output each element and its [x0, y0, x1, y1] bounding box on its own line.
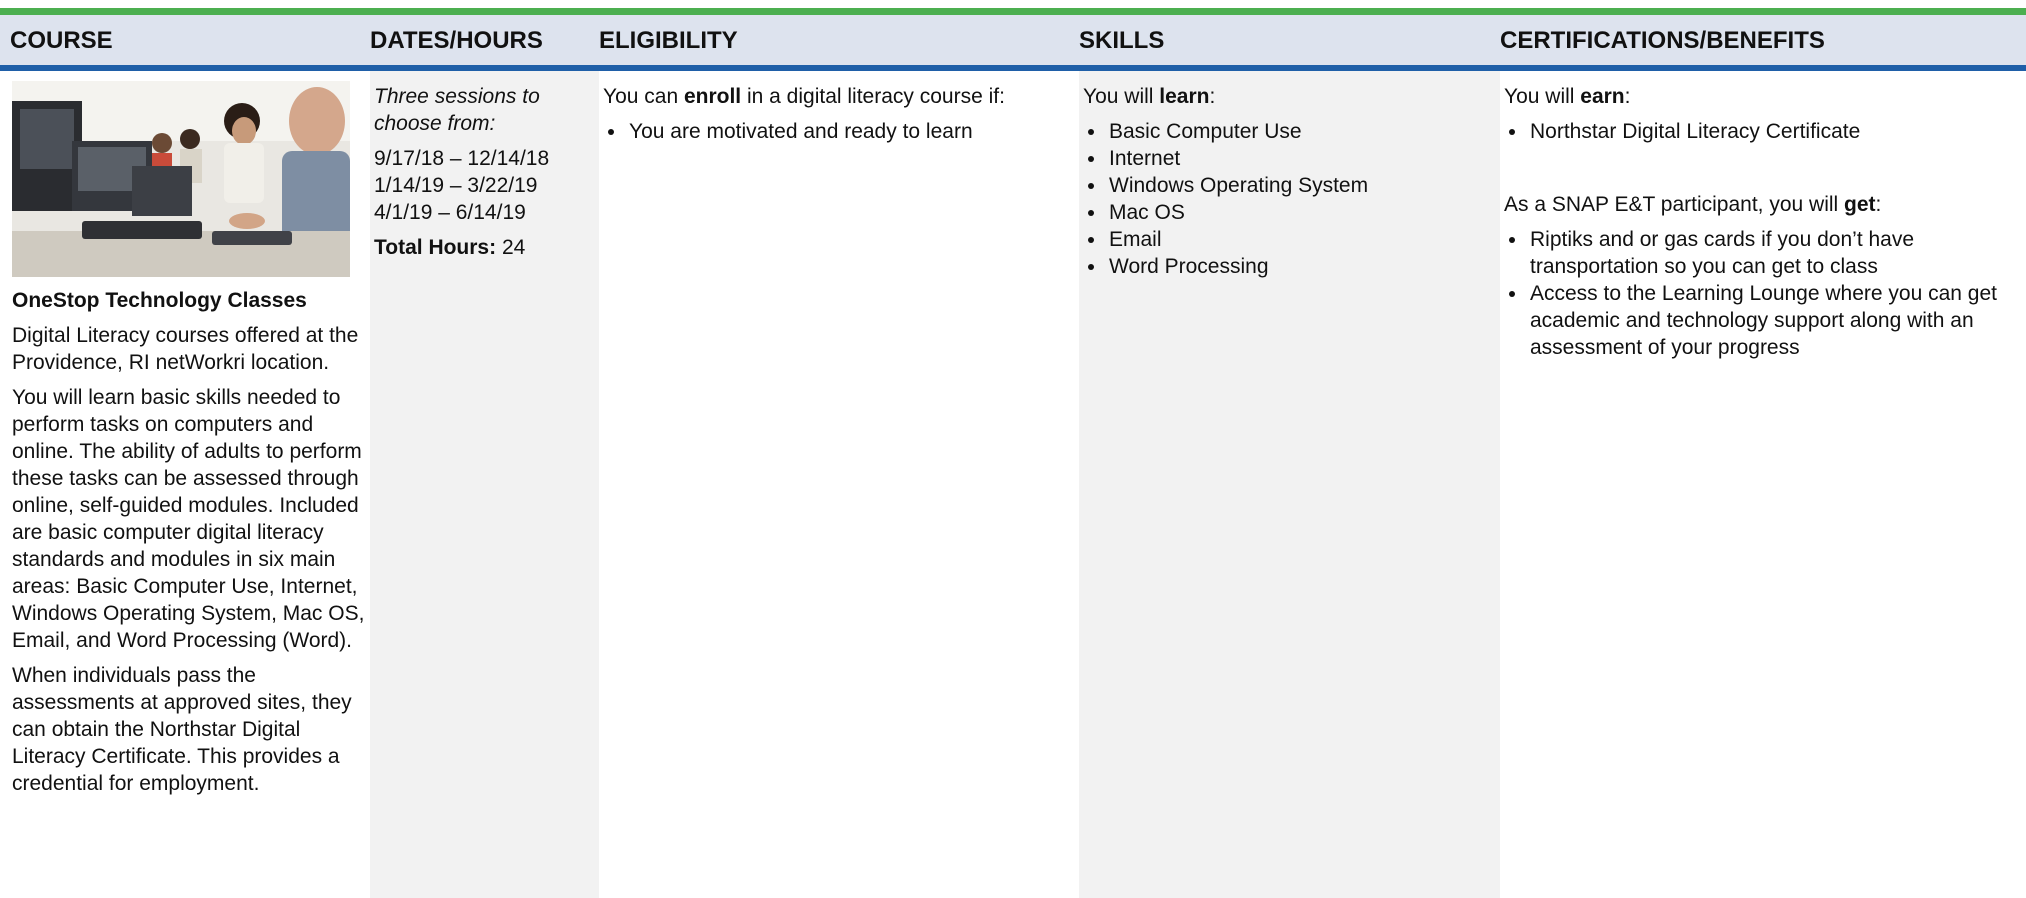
course-title: OneStop Technology Classes [12, 289, 307, 312]
session-list: 9/17/18 – 12/14/18 1/14/19 – 3/22/19 4/1… [374, 145, 599, 226]
top-accent-bar [0, 8, 2026, 15]
skills-intro-tail: : [1209, 85, 1216, 108]
eligibility-intro: You can enroll in a digital literacy cou… [603, 83, 1079, 110]
eligibility-list: You are motivated and ready to learn [603, 118, 1079, 145]
skills-intro-emphasis: learn [1159, 85, 1210, 108]
eligibility-intro-tail: in a digital literacy course if: [741, 85, 1005, 108]
eligibility-intro-emphasis: enroll [683, 85, 742, 108]
earn-intro-emphasis: earn [1580, 85, 1625, 108]
dates-column: Three sessions to choose from: 9/17/18 –… [370, 71, 599, 898]
list-item: Internet [1107, 145, 1500, 172]
snap-intro-text: As a SNAP E&T participant, you will [1504, 193, 1845, 216]
session-item: 1/14/19 – 3/22/19 [374, 174, 538, 197]
earn-list: Northstar Digital Literacy Certificate [1504, 118, 2026, 145]
list-item: Word Processing [1107, 253, 1500, 280]
total-hours-value: 24 [501, 236, 526, 259]
skills-intro-text: You will [1083, 85, 1160, 108]
header-skills: SKILLS [1079, 27, 1165, 54]
course-description-location: Digital Literacy courses offered at the … [12, 324, 359, 374]
earn-intro: You will earn: [1504, 83, 2026, 110]
snap-intro: As a SNAP E&T participant, you will get: [1504, 191, 2026, 218]
snap-intro-emphasis: get [1844, 193, 1876, 216]
earn-intro-tail: : [1624, 85, 1631, 108]
course-description-certificate: When individuals pass the assessments at… [12, 664, 352, 795]
session-item: 9/17/18 – 12/14/18 [374, 147, 550, 170]
skills-list: Basic Computer Use Internet Windows Oper… [1083, 118, 1500, 280]
sessions-intro: Three sessions to choose from: [374, 85, 540, 135]
course-description-skills: You will learn basic skills needed to pe… [12, 386, 365, 652]
list-item: Access to the Learning Lounge where you … [1528, 280, 2026, 361]
eligibility-column: You can enroll in a digital literacy cou… [599, 71, 1079, 898]
header-dates-hours: DATES/HOURS [370, 27, 543, 54]
skills-intro: You will learn: [1083, 83, 1500, 110]
total-hours-label: Total Hours: [374, 236, 497, 259]
header-course: COURSE [10, 27, 113, 54]
list-item: You are motivated and ready to learn [627, 118, 1079, 145]
session-item: 4/1/19 – 6/14/19 [374, 201, 526, 224]
list-item: Riptiks and or gas cards if you don’t ha… [1528, 226, 2026, 280]
course-column: OneStop Technology Classes Digital Liter… [0, 71, 370, 898]
header-eligibility: ELIGIBILITY [599, 27, 738, 54]
total-hours: Total Hours: 24 [374, 234, 599, 261]
skills-column: You will learn: Basic Computer Use Inter… [1079, 71, 1500, 898]
snap-intro-tail: : [1875, 193, 1882, 216]
earn-intro-text: You will [1504, 85, 1581, 108]
list-item: Northstar Digital Literacy Certificate [1528, 118, 2026, 145]
certifications-column: You will earn: Northstar Digital Literac… [1500, 71, 2026, 898]
list-item: Windows Operating System [1107, 172, 1500, 199]
classroom-photo [12, 81, 350, 277]
snap-benefits-list: Riptiks and or gas cards if you don’t ha… [1504, 226, 2026, 361]
list-item: Mac OS [1107, 199, 1500, 226]
eligibility-intro-text: You can [603, 85, 684, 108]
header-certifications-benefits: CERTIFICATIONS/BENEFITS [1500, 27, 1825, 54]
list-item: Basic Computer Use [1107, 118, 1500, 145]
list-item: Email [1107, 226, 1500, 253]
